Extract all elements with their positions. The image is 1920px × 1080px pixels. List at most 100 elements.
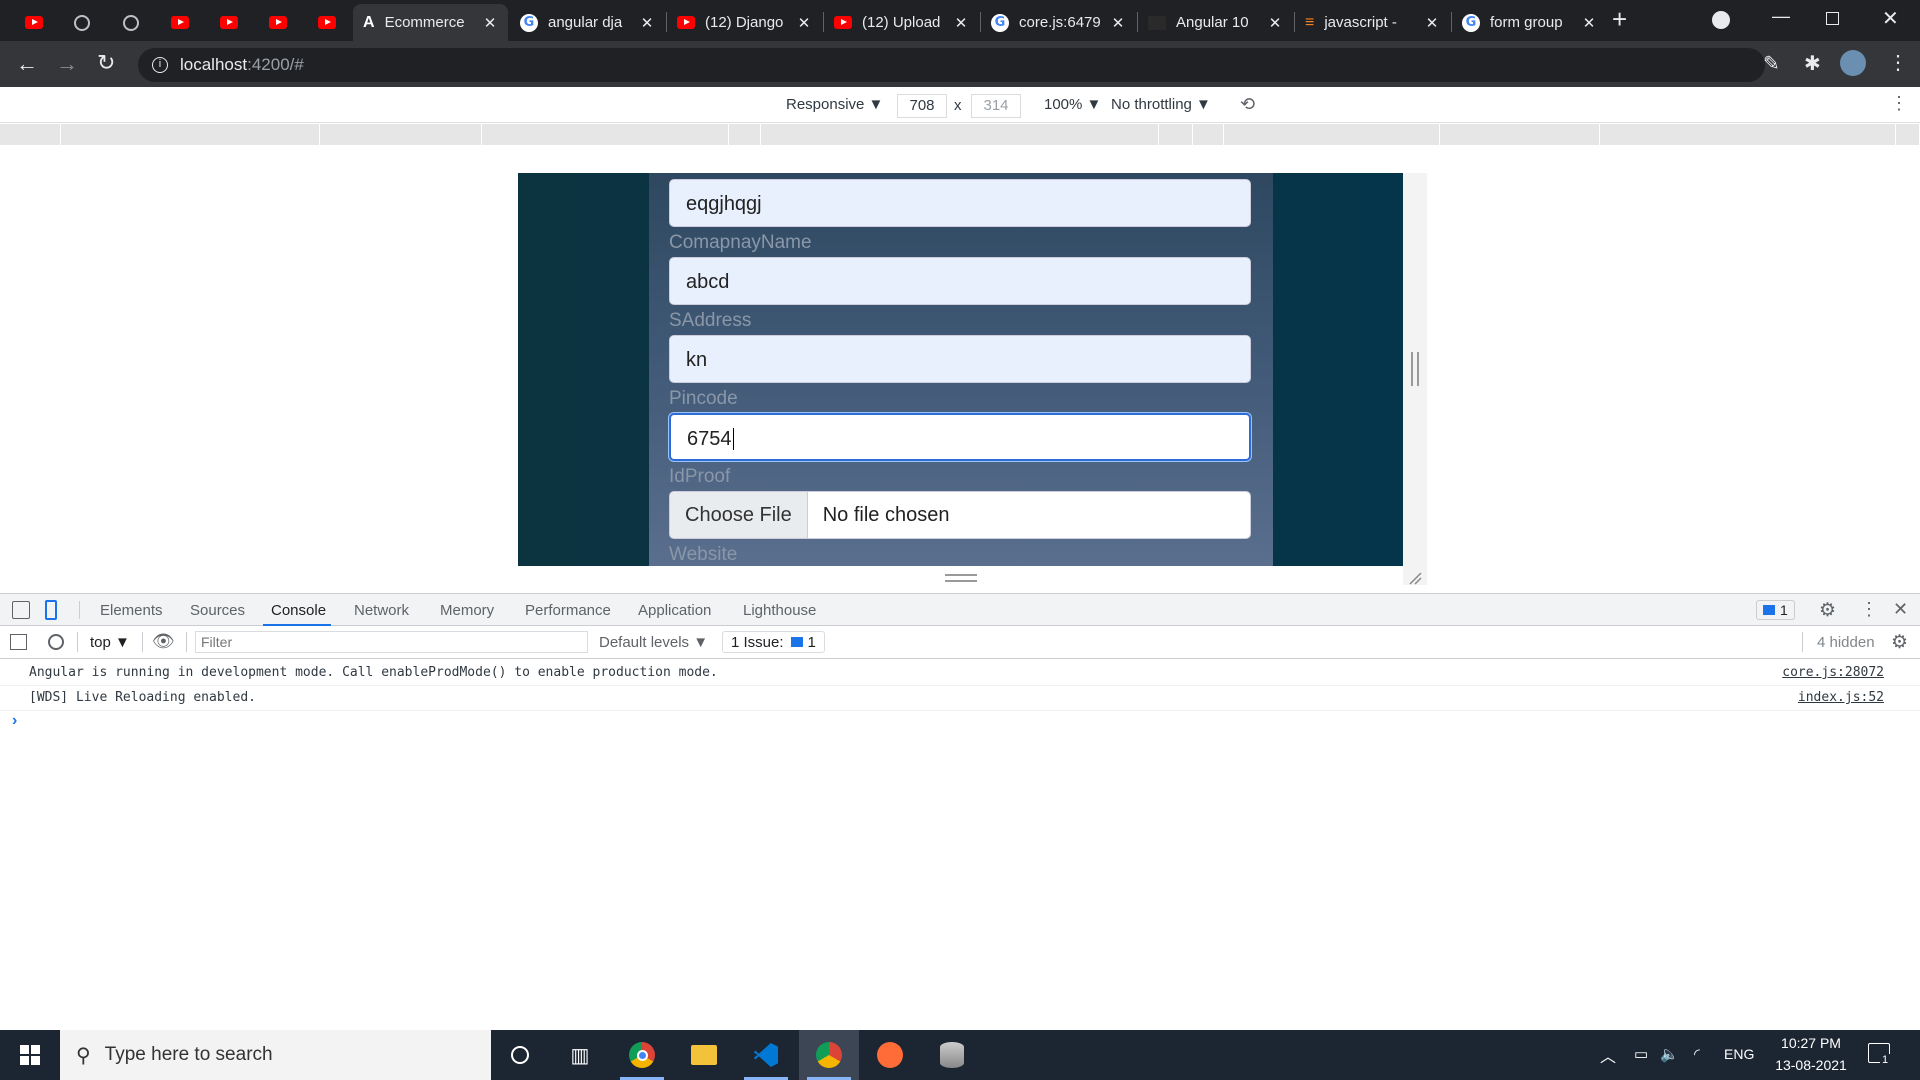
sidebar-toggle-icon[interactable] — [10, 634, 27, 650]
inspect-element-icon[interactable] — [12, 601, 30, 619]
name-input[interactable]: eqgjhqgj — [669, 179, 1251, 227]
vscode-icon[interactable] — [736, 1030, 796, 1080]
close-tab-icon[interactable]: ✕ — [482, 14, 498, 32]
address-input[interactable]: kn — [669, 335, 1251, 383]
company-input[interactable]: abcd — [669, 257, 1251, 305]
close-tab-icon[interactable]: ✕ — [1110, 14, 1126, 32]
close-tab-icon[interactable]: ✕ — [796, 14, 812, 32]
clear-console-icon[interactable] — [48, 634, 64, 650]
notification-count: 1 — [1880, 1054, 1891, 1066]
tab-youtube-5[interactable] — [303, 4, 351, 41]
profile-avatar[interactable] — [1840, 50, 1866, 76]
message-source-link[interactable]: index.js:52 — [1798, 686, 1884, 710]
tab-sources[interactable]: Sources — [190, 602, 245, 619]
close-tab-icon[interactable]: ✕ — [639, 14, 655, 32]
close-tab-icon[interactable]: ✕ — [1267, 14, 1283, 32]
close-window-icon[interactable]: ✕ — [1882, 6, 1899, 31]
tab-network[interactable]: Network — [354, 602, 409, 619]
postman-icon[interactable] — [860, 1030, 920, 1080]
url-host: localhost — [180, 55, 248, 74]
tab-youtube-1[interactable] — [10, 4, 58, 41]
message-source-link[interactable]: core.js:28072 — [1782, 661, 1884, 685]
tab-application[interactable]: Application — [638, 602, 711, 619]
zoom-select[interactable]: 100% ▼ — [1044, 96, 1101, 113]
tab-django[interactable]: (12) Django ✕ — [667, 4, 822, 41]
tab-angular10[interactable]: Angular 10 ✕ — [1138, 4, 1293, 41]
address-bar[interactable]: i localhost:4200/# — [138, 48, 1765, 82]
chrome-taskbar-icon[interactable] — [612, 1030, 672, 1080]
language-indicator[interactable]: ENG — [1724, 1046, 1754, 1062]
tab-corejs[interactable]: G core.js:6479 ✕ — [981, 4, 1136, 41]
tab-lighthouse[interactable]: Lighthouse — [743, 602, 816, 619]
taskbar-search-box[interactable]: ⚲ Type here to search — [60, 1030, 491, 1080]
tab-javascript[interactable]: ≡ javascript - ✕ — [1295, 4, 1450, 41]
tab-youtube-3[interactable] — [205, 4, 253, 41]
viewport-resize-handle-bottom[interactable] — [945, 574, 977, 582]
reload-icon[interactable]: ↻ — [97, 50, 115, 76]
clock-date[interactable]: 13-08-2021 — [1768, 1057, 1854, 1073]
throttle-select[interactable]: No throttling ▼ — [1111, 96, 1211, 113]
rotate-icon[interactable]: ⟲ — [1240, 94, 1255, 115]
console-message: [WDS] Live Reloading enabled. index.js:5… — [0, 686, 1920, 711]
file-explorer-icon[interactable] — [674, 1030, 734, 1080]
live-expression-eye-icon[interactable]: 👁 — [152, 631, 175, 652]
issues-counter[interactable]: 1 — [1756, 600, 1795, 620]
viewport-height-input[interactable]: 314 — [971, 94, 1021, 118]
tab-ecommerce[interactable]: A Ecommerce ✕ — [353, 4, 508, 41]
start-button[interactable] — [0, 1030, 60, 1080]
chrome-profile-taskbar-icon[interactable] — [799, 1030, 859, 1080]
minimize-icon[interactable]: — — [1772, 6, 1790, 27]
forward-icon[interactable]: → — [56, 51, 78, 77]
idproof-file-input[interactable]: Choose File No file chosen — [669, 491, 1251, 539]
site-info-icon[interactable]: i — [152, 57, 168, 73]
back-icon[interactable]: ← — [16, 51, 38, 77]
database-icon[interactable] — [922, 1030, 982, 1080]
tab-globe-2[interactable] — [107, 4, 155, 41]
console-filter-input[interactable] — [195, 631, 588, 653]
restore-icon[interactable] — [1826, 12, 1839, 25]
close-tab-icon[interactable]: ✕ — [953, 14, 969, 32]
extensions-icon[interactable]: ✱ — [1804, 51, 1821, 76]
tab-upload[interactable]: (12) Upload ✕ — [824, 4, 979, 41]
log-levels-select[interactable]: Default levels ▼ — [599, 634, 708, 651]
settings-gear-icon[interactable]: ⚙ — [1819, 599, 1836, 622]
volume-icon[interactable]: 🔈 — [1660, 1045, 1679, 1063]
tab-youtube-2[interactable] — [156, 4, 204, 41]
device-toggle-icon[interactable] — [45, 600, 57, 620]
chrome-menu-icon[interactable]: ⋮ — [1888, 50, 1908, 75]
tab-youtube-4[interactable] — [254, 4, 302, 41]
viewport-width-input[interactable]: 708 — [897, 94, 947, 118]
clock-time[interactable]: 10:27 PM — [1776, 1035, 1846, 1051]
new-tab-button[interactable]: + — [1612, 4, 1627, 35]
tab-angular-dja[interactable]: G angular dja ✕ — [510, 4, 665, 41]
pincode-input[interactable]: 6754 — [669, 413, 1251, 461]
cortana-icon[interactable] — [490, 1030, 550, 1080]
tab-globe-1[interactable] — [58, 4, 106, 41]
close-tab-icon[interactable]: ✕ — [1424, 14, 1440, 32]
issue-icon — [1763, 605, 1775, 615]
viewport-resize-corner-icon[interactable] — [1407, 570, 1423, 586]
tab-console[interactable]: Console — [271, 602, 326, 619]
device-more-icon[interactable]: ⋮ — [1890, 93, 1908, 114]
wifi-icon[interactable]: ◜ — [1694, 1045, 1700, 1063]
tab-formgroup[interactable]: G form group ✕ — [1452, 4, 1607, 41]
tab-performance[interactable]: Performance — [525, 602, 611, 619]
stackoverflow-icon: ≡ — [1305, 13, 1315, 31]
choose-file-button[interactable]: Choose File — [670, 492, 808, 538]
extension-pin-icon[interactable]: ✎ — [1763, 51, 1780, 76]
console-settings-icon[interactable]: ⚙ — [1891, 631, 1908, 654]
console-prompt[interactable]: › — [12, 712, 17, 730]
issues-button[interactable]: 1 Issue: 1 — [722, 631, 825, 653]
device-mode-select[interactable]: Responsive ▼ — [786, 96, 883, 113]
close-devtools-icon[interactable]: ✕ — [1893, 599, 1908, 620]
tab-elements[interactable]: Elements — [100, 602, 163, 619]
tray-chevron-icon[interactable]: ︿ — [1600, 1043, 1616, 1067]
close-tab-icon[interactable]: ✕ — [1581, 14, 1597, 32]
battery-icon[interactable]: ▭ — [1634, 1045, 1648, 1063]
tab-search-icon[interactable] — [1712, 11, 1730, 29]
tab-memory[interactable]: Memory — [440, 602, 494, 619]
context-select[interactable]: top ▼ — [90, 634, 130, 651]
devtools-more-icon[interactable]: ⋮ — [1860, 599, 1878, 620]
task-view-icon[interactable]: ▥ — [550, 1030, 610, 1080]
viewport-resize-handle-right[interactable] — [1411, 352, 1419, 386]
